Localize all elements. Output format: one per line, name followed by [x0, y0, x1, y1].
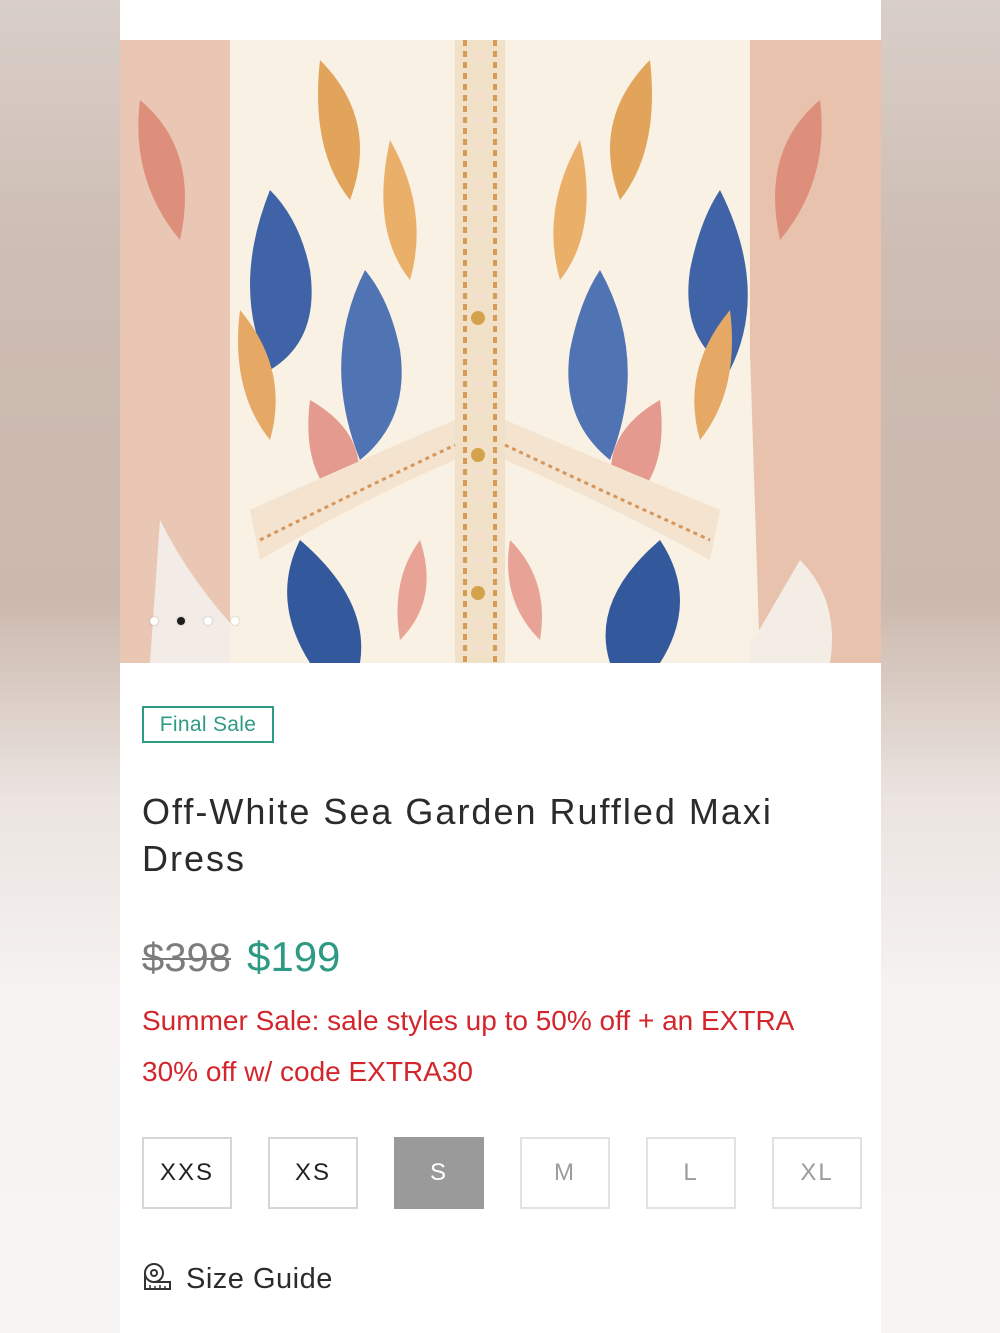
carousel-dot[interactable] — [231, 617, 239, 625]
background-left — [0, 0, 120, 1333]
product-image-carousel[interactable] — [120, 40, 881, 663]
size-option-l[interactable]: L — [646, 1137, 736, 1209]
size-option-xxs[interactable]: XXS — [142, 1137, 232, 1209]
price-row: $398 $199 — [142, 933, 340, 981]
product-image — [120, 40, 881, 663]
final-sale-badge: Final Sale — [142, 706, 274, 743]
sale-price: $199 — [246, 933, 341, 980]
size-selector: XXS XS S M L XL — [142, 1137, 862, 1209]
product-title: Off-White Sea Garden Ruffled Maxi Dress — [142, 791, 773, 879]
measuring-tape-icon — [142, 1262, 172, 1297]
top-bar — [120, 0, 881, 40]
original-price: $398 — [142, 936, 231, 980]
size-guide-link[interactable]: Size Guide — [142, 1262, 333, 1297]
size-guide-label: Size Guide — [186, 1263, 333, 1295]
carousel-dot-active[interactable] — [177, 617, 185, 625]
carousel-dot[interactable] — [204, 617, 212, 625]
promo-message: Summer Sale: sale styles up to 50% off +… — [142, 1005, 793, 1087]
carousel-dots — [150, 617, 239, 625]
size-option-xs[interactable]: XS — [268, 1137, 358, 1209]
product-page: Final Sale Off-White Sea Garden Ruffled … — [120, 0, 881, 1333]
size-option-s[interactable]: S — [394, 1137, 484, 1209]
carousel-dot[interactable] — [150, 617, 158, 625]
size-option-xl[interactable]: XL — [772, 1137, 862, 1209]
background-right — [880, 0, 1000, 1333]
size-option-m[interactable]: M — [520, 1137, 610, 1209]
